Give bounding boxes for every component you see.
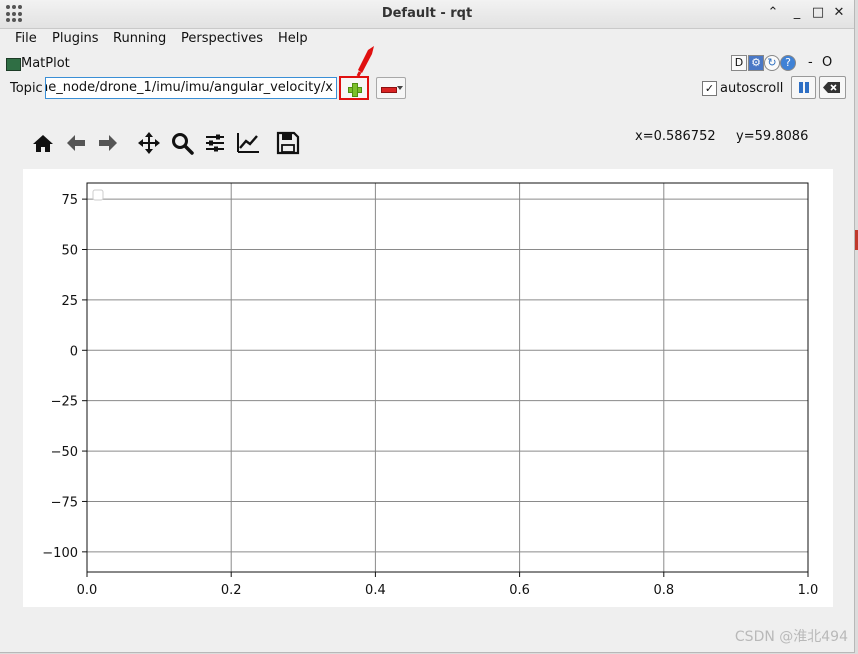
window-collapse-icon[interactable]: ⌃ [764, 4, 782, 22]
x-tick-label: 0.4 [365, 583, 386, 598]
matplot-plugin-icon [6, 58, 21, 71]
menu-perspectives[interactable]: Perspectives [181, 31, 263, 46]
home-icon[interactable] [30, 130, 56, 156]
y-tick-label: 50 [61, 244, 78, 259]
menu-file[interactable]: File [15, 31, 37, 46]
menu-help[interactable]: Help [278, 31, 308, 46]
edit-axis-icon[interactable] [235, 130, 261, 156]
dropdown-arrow-icon [397, 86, 403, 90]
y-tick-label: −100 [42, 546, 78, 561]
cursor-x-readout: x=0.586752 [635, 129, 716, 144]
x-tick-label: 0.8 [653, 583, 674, 598]
plot-figure: 0.0 0.2 0.4 0.6 0.8 1.0 75 50 25 0 −25 −50 −75 −100 [42, 182, 818, 598]
plus-icon-vertical [352, 83, 358, 97]
pause-button[interactable] [791, 76, 816, 99]
x-tick-label: 0.0 [77, 583, 98, 598]
autoscroll-checkbox[interactable]: ✓ [702, 81, 717, 96]
x-tick-label: 0.2 [221, 583, 242, 598]
window-minimize-button[interactable]: _ [788, 4, 806, 22]
topic-row: Topic ‎/drone_node/drone_1/imu/imu/angul… [0, 76, 854, 102]
x-tick-label: 1.0 [798, 583, 819, 598]
dock-d-button[interactable]: D [731, 55, 747, 71]
back-arrow-icon[interactable] [63, 130, 89, 156]
y-tick-label: 0 [70, 344, 78, 359]
zoom-icon[interactable] [169, 130, 195, 156]
dock-settings-icon[interactable]: ⚙ [748, 55, 764, 71]
rqt-window: Default - rqt ⌃ _ □ ✕ File Plugins Runni… [0, 0, 855, 653]
topic-label: Topic [10, 81, 43, 96]
dock-title-bar: MatPlot D ⚙ ↻ ? - O [0, 55, 854, 73]
dock-float-button[interactable]: O [822, 55, 832, 70]
dock-title: MatPlot [21, 56, 70, 71]
menu-running[interactable]: Running [113, 31, 166, 46]
forward-arrow-icon[interactable] [95, 130, 121, 156]
pan-icon[interactable] [136, 130, 162, 156]
axes-frame [86, 182, 809, 573]
dock-help-button[interactable]: ? [780, 55, 796, 71]
watermark: CSDN @淮北494 [734, 629, 848, 645]
y-tick-label: −50 [51, 445, 78, 460]
y-tick-label: 75 [61, 193, 78, 208]
title-bar[interactable]: Default - rqt ⌃ _ □ ✕ [0, 0, 854, 29]
minus-icon [381, 87, 397, 93]
topic-input[interactable]: ‎/drone_node/drone_1/imu/imu/angular_vel… [45, 77, 337, 99]
empty-legend [92, 189, 104, 201]
menu-plugins[interactable]: Plugins [52, 31, 99, 46]
window-maximize-button[interactable]: □ [809, 4, 827, 22]
ticks: 0.0 0.2 0.4 0.6 0.8 1.0 75 50 25 0 −25 −50 −75 −100 [42, 193, 818, 598]
autoscroll-label: autoscroll [720, 81, 784, 96]
dock-minimize-button[interactable]: - [808, 55, 813, 70]
window-title: Default - rqt [381, 6, 473, 21]
menu-bar: File Plugins Running Perspectives Help [0, 29, 854, 51]
y-tick-label: 25 [61, 294, 78, 309]
grid [86, 183, 809, 572]
save-icon[interactable] [275, 130, 301, 156]
x-tick-label: 0.6 [509, 583, 530, 598]
pause-icon [799, 82, 803, 93]
y-tick-label: −25 [51, 395, 78, 410]
cursor-y-readout: y=59.8086 [736, 129, 809, 144]
clear-button[interactable] [819, 76, 846, 99]
annotation-arrow-icon [356, 46, 374, 77]
plot-canvas[interactable]: 0.0 0.2 0.4 0.6 0.8 1.0 75 50 25 0 −25 −50 −75 −100 [23, 169, 833, 607]
backspace-icon [823, 82, 840, 93]
y-tick-label: −75 [51, 495, 78, 510]
window-close-button[interactable]: ✕ [830, 4, 848, 22]
pause-icon-bar [805, 82, 809, 93]
configure-subplots-icon[interactable] [202, 130, 228, 156]
dock-reload-icon[interactable]: ↻ [764, 55, 780, 71]
